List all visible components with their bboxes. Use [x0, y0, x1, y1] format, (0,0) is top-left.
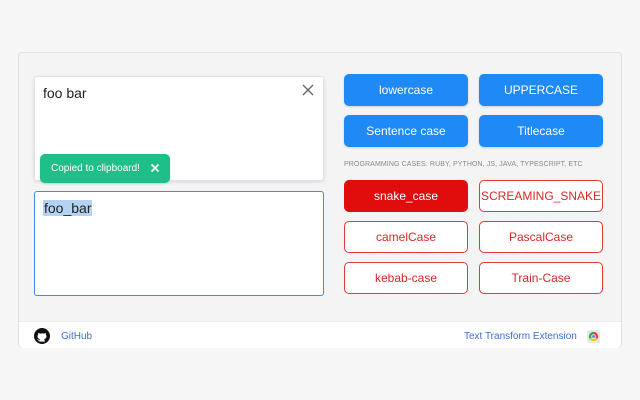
- screaming-snake-button[interactable]: SCREAMING_SNAKE: [479, 180, 603, 212]
- kebab-case-button[interactable]: kebab-case: [344, 262, 468, 294]
- github-icon[interactable]: [34, 328, 50, 344]
- chrome-icon[interactable]: [587, 330, 600, 343]
- input-text[interactable]: foo bar: [43, 85, 87, 101]
- lowercase-button[interactable]: lowercase: [344, 74, 468, 106]
- toast-message: Copied to clipboard!: [51, 163, 140, 174]
- pascal-case-button[interactable]: PascalCase: [479, 221, 603, 253]
- toast-close-icon[interactable]: [150, 163, 160, 173]
- footer: GitHub Text Transform Extension: [19, 321, 621, 348]
- programming-cases-label: PROGRAMMING CASES: RUBY, PYTHON, JS, JAV…: [344, 161, 583, 168]
- github-link[interactable]: GitHub: [61, 331, 92, 342]
- camel-case-button[interactable]: camelCase: [344, 221, 468, 253]
- snake-case-button[interactable]: snake_case: [344, 180, 468, 212]
- train-case-button[interactable]: Train-Case: [479, 262, 603, 294]
- output-text-selected[interactable]: foo_bar: [43, 200, 93, 216]
- copied-toast: Copied to clipboard!: [40, 154, 170, 183]
- close-icon[interactable]: [301, 83, 315, 97]
- sentence-case-button[interactable]: Sentence case: [344, 115, 468, 147]
- output-textarea[interactable]: foo_bar: [34, 191, 324, 296]
- titlecase-button[interactable]: Titlecase: [479, 115, 603, 147]
- main-panel: foo bar Copied to clipboard! foo_bar low…: [18, 52, 622, 348]
- extension-link[interactable]: Text Transform Extension: [464, 331, 577, 342]
- uppercase-button[interactable]: UPPERCASE: [479, 74, 603, 106]
